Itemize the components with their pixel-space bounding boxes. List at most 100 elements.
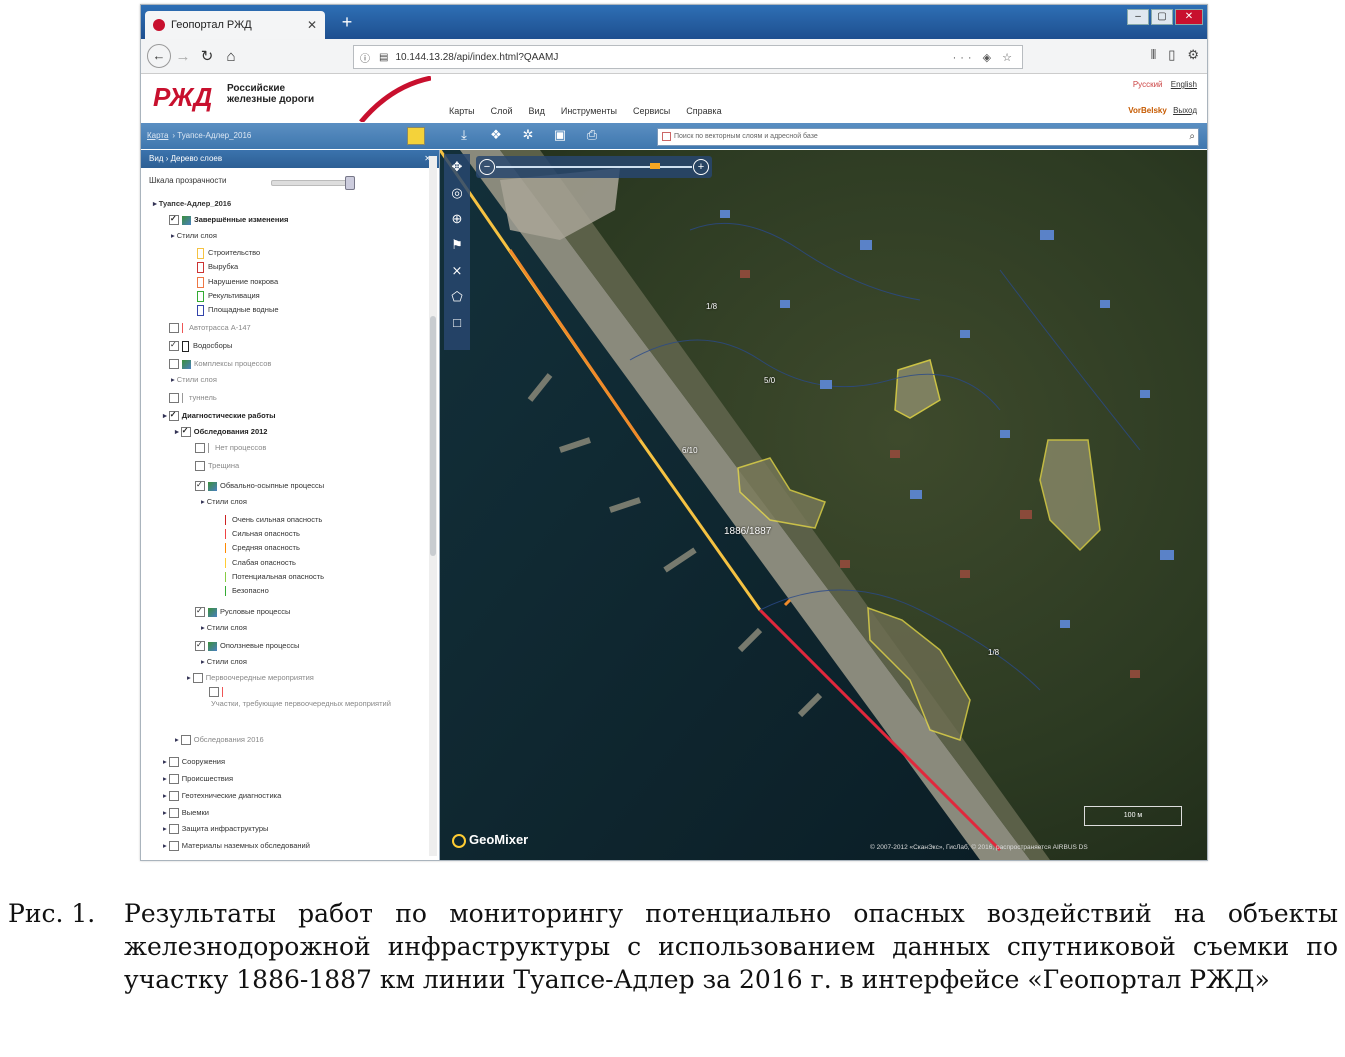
expand-arrow-icon[interactable]: ▸: [163, 808, 167, 817]
user-name[interactable]: VorBelsky: [1128, 106, 1167, 115]
lang-ru-link[interactable]: Русский: [1133, 80, 1163, 89]
new-tab-button[interactable]: +: [335, 11, 359, 33]
layer-checkbox[interactable]: [168, 409, 179, 422]
library-icon[interactable]: ⫴: [1151, 47, 1156, 63]
layer-checkbox[interactable]: [195, 605, 205, 618]
layer-checkbox[interactable]: [169, 359, 179, 370]
map-view[interactable]: 1886/1887 6/10 1/8 5/0 1/8 ✥ ◎ ⊕ ⚑ ⨯ ⬠ □…: [440, 150, 1207, 860]
rectangle-tool-icon[interactable]: □: [444, 310, 470, 336]
menu-item-layer[interactable]: Слой: [491, 106, 513, 116]
layer-checkbox[interactable]: [180, 735, 191, 746]
layer-checkbox[interactable]: [180, 425, 191, 438]
expand-arrow-icon[interactable]: ▸: [163, 824, 167, 833]
menu-item-maps[interactable]: Карты: [449, 106, 475, 116]
tree-item[interactable]: туннель: [169, 392, 217, 404]
tree-item[interactable]: ▸ Материалы наземных обследований: [163, 840, 310, 852]
expand-arrow-icon[interactable]: ▸: [163, 774, 167, 783]
tree-item[interactable]: ▸ Первоочередные мероприятия: [187, 672, 314, 684]
tree-item[interactable]: ▸ Диагностические работы: [163, 409, 276, 422]
tree-item[interactable]: Очень сильная опасность: [225, 514, 322, 526]
expand-arrow-icon[interactable]: ▸: [175, 427, 179, 436]
marker-tool-icon[interactable]: ⚑: [444, 232, 470, 258]
tree-item[interactable]: Сильная опасность: [225, 528, 300, 540]
layer-checkbox[interactable]: [169, 213, 179, 226]
tree-item[interactable]: Русловые процессы: [195, 605, 290, 618]
tree-item[interactable]: Завершённые изменения: [169, 213, 288, 226]
tree-item[interactable]: ▸ Геотехнические диагностика: [163, 790, 281, 802]
tree-item[interactable]: ▸ Происшествия: [163, 773, 233, 785]
tree-item[interactable]: ▸ Обследования 2016: [175, 734, 264, 746]
layer-checkbox[interactable]: [195, 639, 205, 652]
layer-checkbox[interactable]: [169, 323, 179, 334]
back-button[interactable]: ←: [147, 44, 171, 68]
breadcrumb-root[interactable]: Карта: [147, 131, 168, 140]
tree-item[interactable]: Строительство: [197, 247, 260, 259]
scroll-thumb[interactable]: [430, 316, 436, 556]
info-icon[interactable]: ⓘ: [360, 50, 370, 65]
tree-item[interactable]: ▸ Стили слоя: [171, 374, 217, 386]
reload-button[interactable]: ↻: [195, 47, 219, 65]
tree-item[interactable]: Площадные водные: [197, 304, 279, 316]
tree-item[interactable]: Оползневые процессы: [195, 639, 299, 652]
maximize-button[interactable]: ▢: [1151, 9, 1173, 25]
extension-icon[interactable]: ⚙: [1187, 47, 1199, 63]
tree-item[interactable]: Нарушение покрова: [197, 276, 278, 288]
expand-arrow-icon[interactable]: ▸: [153, 199, 157, 208]
menu-item-services[interactable]: Сервисы: [633, 106, 670, 116]
close-window-button[interactable]: ✕: [1175, 9, 1203, 25]
zoom-in-button[interactable]: +: [693, 159, 709, 175]
tree-item[interactable]: Рекультивация: [197, 290, 260, 302]
layer-checkbox[interactable]: [169, 393, 179, 404]
panel-scrollbar[interactable]: [429, 156, 437, 856]
layer-checkbox[interactable]: [209, 687, 219, 698]
download-icon[interactable]: ⤓: [455, 126, 473, 144]
url-text[interactable]: 10.144.13.28/api/index.html?QAAMJ: [395, 52, 952, 63]
tree-item[interactable]: [209, 686, 229, 698]
expand-arrow-icon[interactable]: ▸: [163, 411, 167, 420]
tree-item[interactable]: Обвально-осыпные процессы: [195, 479, 324, 492]
tree-item[interactable]: Автотрасса А-147: [169, 322, 251, 334]
layer-checkbox[interactable]: [168, 824, 179, 835]
home-icon[interactable]: ⌂: [219, 48, 243, 65]
locate-tool-icon[interactable]: ◎: [444, 180, 470, 206]
expand-arrow-icon[interactable]: ▸: [171, 231, 175, 240]
logout-link[interactable]: Выход: [1173, 106, 1197, 115]
satellite-map[interactable]: [440, 150, 1207, 860]
print-icon[interactable]: ⎙: [583, 126, 601, 144]
tree-item[interactable]: Комплексы процессов: [169, 358, 271, 370]
map-settings-icon[interactable]: [407, 127, 425, 145]
zoom-out-button[interactable]: −: [479, 159, 495, 175]
pan-tool-icon[interactable]: ✥: [444, 154, 470, 180]
zoom-tool-icon[interactable]: ⊕: [444, 206, 470, 232]
tab-close-icon[interactable]: ✕: [307, 18, 317, 32]
expand-arrow-icon[interactable]: ▸: [163, 757, 167, 766]
zoom-track[interactable]: [496, 166, 692, 168]
expand-arrow-icon[interactable]: ▸: [201, 497, 205, 506]
tree-item[interactable]: Средняя опасность: [225, 542, 300, 554]
tree-item[interactable]: ▸ Стили слоя: [171, 230, 217, 242]
tree-item[interactable]: ▸ Стили слоя: [201, 496, 247, 508]
menu-item-view[interactable]: Вид: [529, 106, 545, 116]
layer-checkbox[interactable]: [168, 791, 179, 802]
expand-arrow-icon[interactable]: ▸: [163, 791, 167, 800]
layer-checkbox[interactable]: [168, 808, 179, 819]
tree-item[interactable]: ▸ Туапсе-Адлер_2016: [153, 198, 231, 210]
tree-item[interactable]: Водосборы: [169, 339, 232, 352]
opacity-slider-handle[interactable]: [345, 176, 355, 190]
globe-icon[interactable]: ✲: [519, 126, 537, 144]
layer-checkbox[interactable]: [195, 479, 205, 492]
tree-item[interactable]: Вырубка: [197, 261, 238, 273]
minimize-button[interactable]: –: [1127, 9, 1149, 25]
rzd-logo-icon[interactable]: РЖД: [153, 82, 223, 112]
layer-checkbox[interactable]: [195, 461, 205, 472]
address-bar[interactable]: ⓘ ▤ 10.144.13.28/api/index.html?QAAMJ ··…: [353, 45, 1023, 69]
tree-item[interactable]: Слабая опасность: [225, 557, 296, 569]
tree-item[interactable]: ▸ Обследования 2012: [175, 425, 267, 438]
measure-tool-icon[interactable]: ⨯: [444, 258, 470, 284]
search-icon[interactable]: ⌕: [1189, 129, 1195, 145]
opacity-slider[interactable]: [271, 180, 353, 186]
zoom-level-marker[interactable]: [650, 163, 660, 169]
browser-tab[interactable]: Геопортал РЖД ✕: [145, 11, 325, 39]
tree-item[interactable]: Участки, требующие первоочередных меропр…: [211, 698, 391, 710]
zoom-slider[interactable]: − +: [476, 156, 712, 178]
